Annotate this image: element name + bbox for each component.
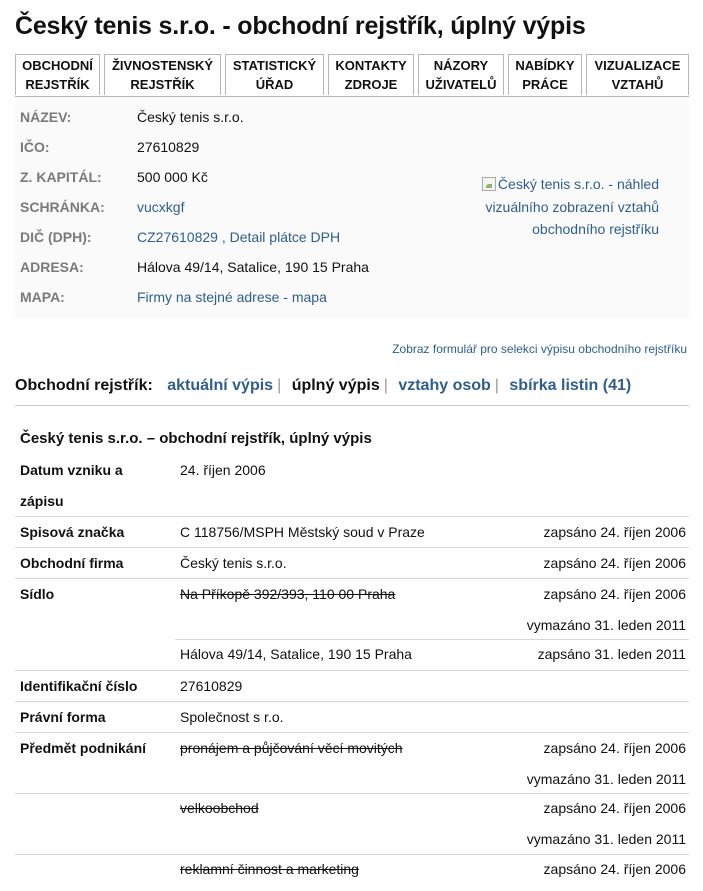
- spisova-znacka-label: Spisová značka: [20, 524, 125, 540]
- tab-nazory-uzivatelu[interactable]: Názory uživatelů: [418, 54, 504, 95]
- predmet-1-zapsano: zapsáno 24. říjen 2006: [543, 740, 686, 756]
- tab-bar: Obchodní rejstřík Živnostenský rejstřík St…: [15, 54, 689, 97]
- company-info-box: NÁZEV: Český tenis s.r.o. IČO: 27610829 …: [15, 97, 689, 318]
- predmet-2-zapsano: zapsáno 24. říjen 2006: [543, 800, 686, 816]
- dic-link[interactable]: CZ27610829: [137, 229, 218, 245]
- pravni-forma-label: Právní forma: [20, 709, 106, 725]
- obchodni-firma-date: zapsáno 24. říjen 2006: [543, 555, 686, 571]
- nav-separator: |: [383, 377, 388, 394]
- spisova-znacka-date: zapsáno 24. říjen 2006: [543, 524, 686, 540]
- aktualni-vypis-link[interactable]: aktuální výpis: [167, 377, 273, 394]
- adresa-label: ADRESA:: [20, 259, 84, 275]
- sbirka-listin-link[interactable]: sbírka listin (41): [509, 377, 631, 394]
- predmet-1-value: pronájem a půjčování věcí movitých: [180, 740, 403, 756]
- ico-value: 27610829: [137, 139, 200, 155]
- row-pravni-forma: Právní forma Společnost s r.o.: [15, 701, 689, 732]
- identifikacni-cislo-value: 27610829: [180, 678, 243, 694]
- sidlo-new-zapsano: zapsáno 31. leden 2011: [537, 646, 686, 662]
- predmet-1-vymazano: vymazáno 31. leden 2011: [526, 771, 686, 787]
- row-spisova-znacka: Spisová značka C 118756/MSPH Městský sou…: [15, 516, 689, 547]
- mapa-link[interactable]: Firmy na stejné adrese - mapa: [137, 287, 327, 307]
- dic-label: DIČ (DPH):: [20, 229, 92, 245]
- row-sidlo-old: Sídlo Na Příkopě 392/393, 110 00 Praha z…: [15, 578, 689, 640]
- page-title: Český tenis s.r.o. - obchodní rejstřík, …: [15, 12, 586, 40]
- row-obchodni-firma: Obchodní firma Český tenis s.r.o. zapsán…: [15, 547, 689, 578]
- broken-image-icon: [481, 177, 496, 191]
- kapital-label: Z. KAPITÁL:: [20, 169, 102, 185]
- relations-preview-image[interactable]: Český tenis s.r.o. - náhled vizuálního z…: [453, 173, 659, 241]
- predmet-3-zapsano: zapsáno 24. říjen 2006: [543, 861, 686, 877]
- datum-vzniku-value: 24. říjen 2006: [180, 462, 266, 478]
- adresa-value: Hálova 49/14, Satalice, 190 15 Praha: [137, 259, 369, 275]
- pravni-forma-value: Společnost s r.o.: [180, 709, 284, 725]
- tab-vizualizace-vztahu[interactable]: Vizualizace vztahů: [586, 54, 689, 95]
- tab-obchodni-rejstrik[interactable]: Obchodní rejstřík: [15, 54, 100, 95]
- nav-separator: |: [494, 377, 499, 394]
- relations-preview-alt: Český tenis s.r.o. - náhled vizuálního z…: [485, 176, 659, 237]
- predmet-3-value: reklamní činnost a marketing: [180, 861, 359, 877]
- obchodni-firma-value: Český tenis s.r.o.: [180, 555, 287, 571]
- tab-kontakty-zdroje[interactable]: Kontakty zdroje: [328, 54, 414, 95]
- dic-separator: ,: [217, 229, 230, 245]
- sidlo-new-value: Hálova 49/14, Satalice, 190 15 Praha: [180, 646, 412, 662]
- nazev-label: NÁZEV:: [20, 109, 72, 125]
- datum-vzniku-label: Datum vzniku a zápisu: [20, 462, 123, 509]
- kapital-value: 500 000 Kč: [137, 169, 208, 185]
- schranka-label: SCHRÁNKA:: [20, 199, 105, 215]
- spisova-znacka-value: C 118756/MSPH Městský soud v Praze: [180, 524, 425, 540]
- predmet-2-vymazano: vymazáno 31. leden 2011: [526, 831, 686, 847]
- row-datum-vzniku: Datum vzniku a zápisu 24. říjen 2006: [15, 455, 689, 516]
- tab-nabidky-prace[interactable]: Nabídky práce: [508, 54, 582, 95]
- uplny-vypis-current: úplný výpis: [291, 377, 380, 394]
- tab-statisticky-urad[interactable]: Statistický úřad: [225, 54, 324, 95]
- predmet-podnikani-label: Předmět podnikání: [20, 740, 147, 756]
- registry-nav-divider: [15, 405, 689, 406]
- sidlo-old-zapsano: zapsáno 24. říjen 2006: [543, 586, 686, 602]
- extract-title: Český tenis s.r.o. – obchodní rejstřík, …: [20, 430, 372, 447]
- sidlo-old-vymazano: vymazáno 31. leden 2011: [526, 617, 686, 633]
- row-predmet-2: velkoobchod zapsáno 24. říjen 2006 vymaz…: [15, 793, 689, 854]
- vztahy-osob-link[interactable]: vztahy osob: [398, 377, 490, 394]
- select-form-link[interactable]: Zobraz formulář pro selekci výpisu obcho…: [392, 342, 687, 356]
- nav-separator: |: [277, 377, 282, 394]
- mapa-label: MAPA:: [20, 289, 65, 305]
- obchodni-firma-label: Obchodní firma: [20, 555, 124, 571]
- sidlo-label: Sídlo: [20, 586, 55, 602]
- nazev-value: Český tenis s.r.o.: [137, 109, 244, 125]
- registry-nav: Obchodní rejstřík: aktuální výpis | úplný…: [15, 377, 631, 395]
- tab-zivnostensky-rejstrik[interactable]: Živnostenský rejstřík: [104, 54, 221, 95]
- dph-detail-link[interactable]: Detail plátce DPH: [230, 229, 341, 245]
- row-predmet-1: Předmět podnikání pronájem a půjčování v…: [15, 732, 689, 794]
- identifikacni-cislo-label: Identifikační číslo: [20, 678, 138, 694]
- schranka-link[interactable]: vucxkgf: [137, 197, 184, 217]
- row-sidlo-new: Hálova 49/14, Satalice, 190 15 Praha zap…: [15, 639, 689, 669]
- ico-label: IČO:: [20, 139, 50, 155]
- sidlo-old-value: Na Příkopě 392/393, 110 00 Praha: [180, 586, 396, 602]
- registry-nav-label: Obchodní rejstřík:: [15, 377, 153, 394]
- row-identifikacni-cislo: Identifikační číslo 27610829: [15, 670, 689, 701]
- row-predmet-3: reklamní činnost a marketing zapsáno 24.…: [15, 854, 689, 884]
- predmet-2-value: velkoobchod: [180, 800, 259, 816]
